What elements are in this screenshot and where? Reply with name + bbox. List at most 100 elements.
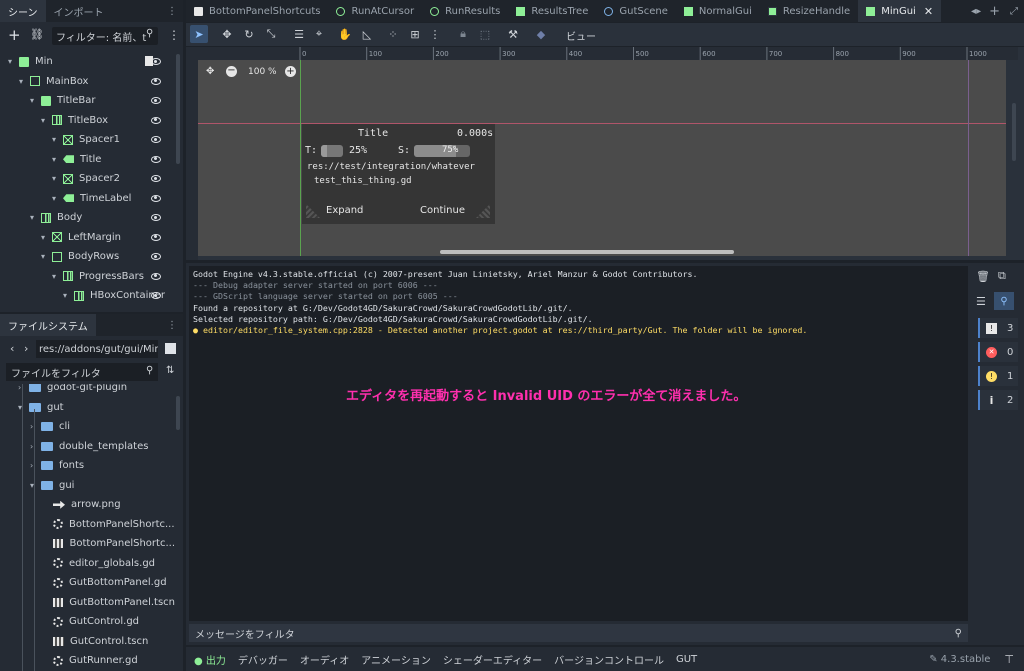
- fs-item[interactable]: GutBottomPanel.gd: [0, 573, 175, 593]
- zoom-out-icon[interactable]: −: [226, 66, 237, 77]
- snap-options-icon[interactable]: ⋮: [426, 25, 444, 43]
- select-tool-icon[interactable]: ➤: [190, 25, 208, 43]
- fs-item[interactable]: GutBottomPanel.tscn: [0, 593, 175, 613]
- expand-arrow-icon[interactable]: ▾: [52, 135, 60, 144]
- fs-item[interactable]: › double_templates: [0, 437, 175, 457]
- fs-item[interactable]: arrow.png: [0, 495, 175, 515]
- fs-item[interactable]: ▾ gut: [0, 398, 175, 418]
- expand-arrow-icon[interactable]: ▾: [41, 252, 49, 261]
- scene-tree-item[interactable]: ▾ Spacer1: [0, 130, 175, 150]
- visibility-eye-icon[interactable]: [151, 233, 161, 241]
- scene-tree-item[interactable]: ▾ Body: [0, 208, 175, 228]
- scroll-tabs-icon[interactable]: ◂▸: [967, 0, 985, 22]
- search-icon[interactable]: ⚲: [146, 28, 153, 39]
- tab-import[interactable]: インポート: [46, 0, 112, 22]
- fs-item[interactable]: GutRunner.gd: [0, 651, 175, 671]
- warnings-filter-button[interactable]: ! 1: [978, 366, 1018, 386]
- expand-arrow-icon[interactable]: ▾: [30, 213, 38, 222]
- info-filter-button[interactable]: i2: [978, 390, 1018, 410]
- viewport[interactable]: 0 100 200 300 400 500 600 700 800 900 1000 ✥ − 100…: [186, 47, 1024, 260]
- sort-icon[interactable]: ⇅: [166, 365, 174, 376]
- tab-scene-runresults[interactable]: RunResults: [422, 0, 508, 22]
- expand-button[interactable]: Expand: [326, 205, 363, 216]
- rotate-tool-icon[interactable]: ↻: [240, 25, 258, 43]
- continue-button[interactable]: Continue: [420, 205, 465, 216]
- resize-handle-right[interactable]: [476, 204, 490, 218]
- visibility-eye-icon[interactable]: [151, 175, 161, 183]
- expand-arrow-icon[interactable]: ▾: [8, 57, 16, 66]
- fs-item[interactable]: GutControl.tscn: [0, 632, 175, 652]
- v-scrollbar[interactable]: [1012, 103, 1016, 161]
- add-node-icon[interactable]: +: [8, 26, 21, 44]
- tab-scene-mingui[interactable]: MinGui ✕: [858, 0, 942, 22]
- output-filter-input[interactable]: メッセージをフィルタ ⚲: [189, 624, 968, 642]
- dock-menu-icon[interactable]: ⋮: [161, 0, 183, 22]
- pin-panel-icon[interactable]: ⊤: [1004, 653, 1014, 666]
- errors-filter-button[interactable]: ✕ 0: [978, 342, 1018, 362]
- scene-tree-item[interactable]: ▾ ProgressBars: [0, 267, 175, 287]
- output-log[interactable]: Godot Engine v4.3.stable.official (c) 20…: [189, 266, 968, 621]
- scene-filter-input[interactable]: フィルター: 名前、t: [52, 27, 158, 45]
- tab-scene[interactable]: シーン: [0, 0, 46, 22]
- link-icon[interactable]: ⛓: [30, 28, 44, 41]
- scene-tree-item[interactable]: ▾ HBoxContainer: [0, 286, 175, 306]
- group-icon[interactable]: ⬚: [476, 25, 494, 43]
- zoom-level[interactable]: 100 %: [248, 67, 277, 77]
- lock-icon[interactable]: 🔒︎: [454, 25, 472, 43]
- pivot-icon[interactable]: ⌖: [310, 25, 328, 43]
- tab-scene-resizehandle[interactable]: ResizeHandle: [760, 0, 858, 22]
- messages-filter-button[interactable]: ! 3: [978, 318, 1018, 338]
- visibility-eye-icon[interactable]: [151, 136, 161, 144]
- visibility-eye-icon[interactable]: [151, 253, 161, 261]
- tab-audio[interactable]: オーディオ: [300, 652, 349, 667]
- visibility-eye-icon[interactable]: [151, 155, 161, 163]
- pan-icon[interactable]: ✥: [206, 66, 214, 77]
- tab-shader-editor[interactable]: シェーダーエディター: [443, 652, 542, 667]
- visibility-eye-icon[interactable]: [151, 194, 161, 202]
- canvas-area[interactable]: ✥ − 100 % + Title 0.000s T: 25% S: 75% r…: [198, 60, 1006, 256]
- expand-arrow-icon[interactable]: ▾: [19, 77, 27, 86]
- scene-tree-item[interactable]: ▾ LeftMargin: [0, 228, 175, 248]
- fs-item[interactable]: GutControl.gd: [0, 612, 175, 632]
- scene-tree-item[interactable]: ▾ BodyRows: [0, 247, 175, 267]
- list-select-icon[interactable]: ☰: [290, 25, 308, 43]
- expand-arrow-icon[interactable]: ▾: [52, 155, 60, 164]
- close-icon[interactable]: ✕: [924, 5, 933, 18]
- tab-scene-normalgui[interactable]: NormalGui: [676, 0, 760, 22]
- fs-filter-input[interactable]: ファイルをフィルタ: [6, 363, 158, 381]
- scene-tree-item[interactable]: ▾ Title: [0, 150, 175, 170]
- expand-arrow-icon[interactable]: ▾: [30, 96, 38, 105]
- more-options-icon[interactable]: ⋮: [168, 28, 180, 42]
- scale-tool-icon[interactable]: ⤡: [262, 25, 280, 43]
- scene-tree-item[interactable]: ▾ MainBox: [0, 72, 175, 92]
- fs-menu-icon[interactable]: ⋮: [161, 314, 183, 336]
- tab-scene-runatcursor[interactable]: RunAtCursor: [328, 0, 422, 22]
- ruler-tool-icon[interactable]: ◺: [358, 25, 376, 43]
- tab-version-control[interactable]: バージョンコントロール: [554, 652, 664, 667]
- expand-arrow-icon[interactable]: ▾: [41, 233, 49, 242]
- tab-filesystem[interactable]: ファイルシステム: [0, 314, 96, 336]
- tab-debugger[interactable]: デバッガー: [238, 652, 288, 667]
- fs-item[interactable]: BottomPanelShortc...: [0, 534, 175, 554]
- back-icon[interactable]: ‹: [10, 342, 14, 355]
- pan-tool-icon[interactable]: ✋: [336, 25, 354, 43]
- tab-animation[interactable]: アニメーション: [361, 652, 431, 667]
- forward-icon[interactable]: ›: [24, 342, 28, 355]
- visibility-eye-icon[interactable]: [151, 272, 161, 280]
- h-scrollbar[interactable]: [440, 250, 734, 254]
- copy-output-icon[interactable]: ⧉: [998, 269, 1006, 283]
- layout-icon[interactable]: ◆: [532, 25, 550, 43]
- attached-script-icon[interactable]: [145, 56, 153, 66]
- scene-tree-item[interactable]: ▾ TimeLabel: [0, 189, 175, 209]
- scene-tree-item[interactable]: ▾ TitleBar: [0, 91, 175, 111]
- tab-scene-gutscene[interactable]: GutScene: [596, 0, 676, 22]
- scene-tree-scrollbar[interactable]: [176, 54, 180, 164]
- layout-toggle-icon[interactable]: [165, 343, 176, 354]
- visibility-eye-icon[interactable]: [151, 77, 161, 85]
- scene-tree-item[interactable]: ▾ TitleBox: [0, 111, 175, 131]
- visibility-eye-icon[interactable]: [151, 116, 161, 124]
- fs-item[interactable]: › cli: [0, 417, 175, 437]
- bone-icon[interactable]: ⚒: [504, 25, 522, 43]
- resize-handle-left[interactable]: [306, 204, 320, 218]
- collapse-icon[interactable]: ☰: [976, 295, 986, 308]
